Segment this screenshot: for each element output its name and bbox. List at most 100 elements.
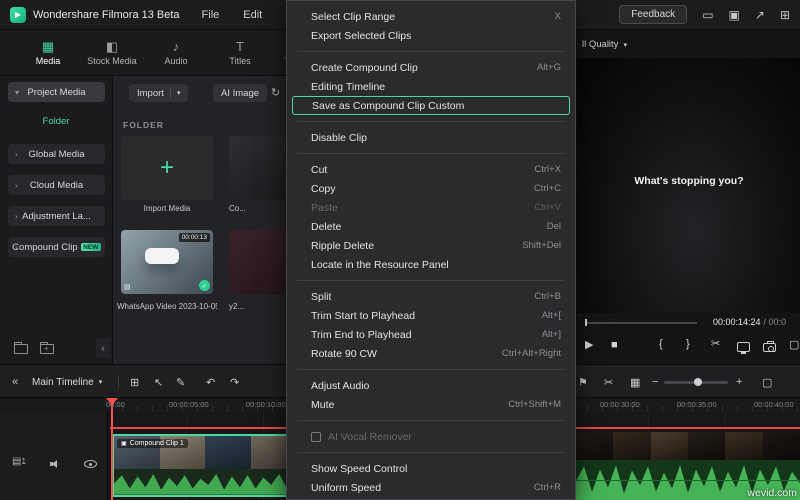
whatsapp-video-tile[interactable]: 00:00:13 ▤ ✓ (121, 230, 213, 294)
clip-context-menu: Select Clip Range X Export Selected Clip… (286, 0, 576, 500)
menu-item-trim-start-to-playhead[interactable]: Trim Start to Playhead Alt+[ (287, 306, 575, 325)
menu-file[interactable]: File (202, 9, 220, 21)
menu-item-label: Mute (311, 398, 335, 411)
menu-edit[interactable]: Edit (243, 9, 262, 21)
folder-plus-icon[interactable]: + (40, 342, 54, 354)
render-preview-icon[interactable]: ▦ (630, 365, 640, 399)
menu-item-label: Split (311, 290, 332, 303)
tab-titles[interactable]: T Titles (212, 40, 268, 66)
mute-track-icon[interactable] (50, 458, 62, 470)
marker-icon[interactable]: ⚑ (578, 365, 588, 399)
menu-item-disable-clip[interactable]: Disable Clip (287, 128, 575, 147)
sidebar-item-global-media[interactable]: › Global Media (8, 144, 105, 164)
menu-item-save-as-compound-clip-custom[interactable]: Save as Compound Clip Custom (292, 96, 570, 115)
fullscreen-icon[interactable]: ▢ (789, 340, 799, 351)
folder-icon[interactable] (14, 342, 28, 354)
menu-item-delete[interactable]: Delete Del (287, 217, 575, 236)
zoom-slider[interactable] (664, 378, 728, 386)
chevron-right-icon: › (15, 149, 18, 159)
play-button[interactable]: ▶ (585, 340, 593, 351)
tab-stock-media[interactable]: ◧ Stock Media (84, 40, 140, 66)
tab-audio[interactable]: ♪ Audio (148, 40, 204, 66)
menu-item-export-selected-clips[interactable]: Export Selected Clips (287, 26, 575, 45)
main-timeline-dropdown[interactable]: Main Timeline ▾ (32, 365, 102, 399)
menu-item-label: Show Speed Control (311, 462, 408, 475)
layout-grid-icon[interactable]: ⊞ (130, 365, 139, 399)
video-clip-filmstrip[interactable] (576, 432, 800, 460)
razor-icon[interactable]: ✂ (604, 365, 613, 399)
collapse-timeline-icon[interactable]: « (12, 365, 18, 399)
feedback-button[interactable]: Feedback (619, 5, 688, 24)
sidebar-item-compound-clip[interactable]: › Compound Clip NEW (8, 237, 105, 257)
ai-image-button[interactable]: AI Image (213, 84, 268, 102)
menu-separator (297, 121, 565, 122)
undo-icon[interactable]: ↶ (206, 365, 215, 399)
snapshot-camera-icon[interactable] (763, 341, 776, 352)
chevron-right-icon: › (15, 242, 18, 252)
pointer-tool-icon[interactable]: ↖ (154, 365, 163, 399)
menu-item-editing-timeline[interactable]: Editing Timeline (287, 77, 575, 96)
menu-item-adjust-audio[interactable]: Adjust Audio (287, 376, 575, 395)
timecode: 00:00:14:24 / 00:0 (713, 317, 799, 329)
mark-out-button[interactable]: } (686, 339, 690, 350)
menu-item-shortcut: Ctrl+C (533, 183, 561, 194)
display-icon[interactable] (737, 342, 750, 354)
zoom-out-icon[interactable]: − (652, 365, 658, 399)
clip-label-text: Compound Clip 1 (129, 440, 184, 447)
import-media-tile[interactable]: + (121, 136, 213, 200)
menu-item-rotate-90-cw[interactable]: Rotate 90 CW Ctrl+Alt+Right (287, 344, 575, 363)
tab-media[interactable]: ▦ Media (20, 40, 76, 66)
apps-grid-icon[interactable]: ⊞ (780, 9, 790, 21)
seek-handle[interactable] (585, 319, 587, 326)
refresh-icon[interactable]: ↻ (271, 86, 280, 99)
media-tab-icon: ▦ (41, 38, 55, 54)
zoom-in-icon[interactable]: + (736, 365, 742, 399)
menu-item-cut[interactable]: Cut Ctrl+X (287, 160, 575, 179)
chevron-right-icon: › (15, 211, 18, 221)
tab-label: Stock Media (87, 55, 137, 66)
menu-item-create-compound-clip[interactable]: Create Compound Clip Alt+G (287, 58, 575, 77)
menu-item-label: AI Vocal Remover (328, 430, 413, 443)
hide-track-icon[interactable] (84, 457, 97, 469)
sidebar-item-project-media[interactable]: ▾ Project Media (8, 82, 105, 102)
stock-media-tab-icon: ◧ (105, 38, 119, 54)
sidebar-item-adjustment-layer[interactable]: › Adjustment La... (8, 206, 105, 226)
menu-item-split[interactable]: Split Ctrl+B (287, 287, 575, 306)
menu-item-trim-end-to-playhead[interactable]: Trim End to Playhead Alt+] (287, 325, 575, 344)
sidebar-item-folder[interactable]: Folder (0, 116, 112, 127)
menu-item-show-speed-control[interactable]: Show Speed Control (287, 459, 575, 478)
menu-item-mute[interactable]: Mute Ctrl+Shift+M (287, 395, 575, 414)
save-icon[interactable]: ▣ (729, 9, 740, 21)
sidebar-item-cloud-media[interactable]: › Cloud Media (8, 175, 105, 195)
fit-timeline-icon[interactable]: ▢ (762, 365, 772, 399)
compound-icon: ▣ (121, 441, 127, 447)
redo-icon[interactable]: ↷ (230, 365, 239, 399)
sidebar-item-label: Cloud Media (29, 179, 84, 191)
menu-item-copy[interactable]: Copy Ctrl+C (287, 179, 575, 198)
chevron-right-icon: › (15, 180, 18, 190)
menu-item-ripple-delete[interactable]: Ripple Delete Shift+Del (287, 236, 575, 255)
playhead[interactable] (111, 398, 113, 500)
seek-bar[interactable] (585, 322, 697, 324)
chevron-down-icon: ▾ (176, 90, 181, 97)
duration-badge: 00:00:13 (178, 233, 210, 242)
share-icon[interactable]: ↗ (755, 9, 765, 21)
split-scissors-icon[interactable]: ✂ (711, 339, 720, 350)
ai-image-label: AI Image (221, 87, 260, 99)
menu-item-select-clip-range[interactable]: Select Clip Range X (287, 7, 575, 26)
edit-tool-icon[interactable]: ✎ (176, 365, 185, 399)
plus-glyph: + (44, 344, 49, 353)
menu-item-uniform-speed[interactable]: Uniform Speed Ctrl+R (287, 478, 575, 497)
zoom-slider-knob[interactable] (694, 378, 702, 386)
menu-item-ai-vocal-remover: AI Vocal Remover (287, 427, 575, 446)
collapse-panel-button[interactable]: ‹ (96, 338, 110, 358)
track-number: 1 (21, 457, 26, 466)
monitor-icon[interactable]: ▭ (702, 9, 713, 21)
menu-item-locate-in-resource-panel[interactable]: Locate in the Resource Panel (287, 255, 575, 274)
quality-dropdown[interactable]: ll Quality ▾ (582, 39, 627, 50)
import-button[interactable]: Import ▾ (129, 84, 189, 102)
stop-button[interactable]: ■ (611, 340, 618, 351)
mark-in-button[interactable]: { (659, 339, 663, 350)
menu-item-label: Locate in the Resource Panel (311, 258, 449, 271)
video-overlay-text: What's stopping you? (634, 175, 744, 187)
